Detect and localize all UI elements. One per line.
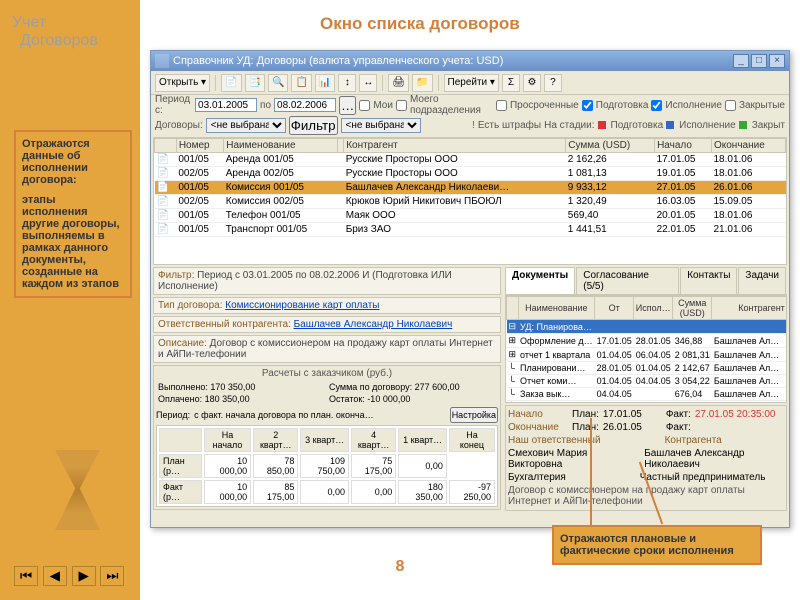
table-row[interactable]: 📄002/05Аренда 002/05Русские Просторы ООО… — [155, 167, 786, 181]
table-row[interactable]: 📄001/05Телефон 001/05Маяк ООО569,4020.01… — [155, 209, 786, 223]
type-link[interactable]: Комиссионирование карт оплаты — [225, 300, 379, 311]
next-button[interactable]: ▶ — [72, 566, 96, 586]
config-button[interactable]: ⚙ — [523, 74, 541, 92]
payments-table: На начало2 кварт…3 кварт…4 кварт…1 кварт… — [156, 425, 498, 507]
desc-panel: Описание: Договор с комиссионером на про… — [153, 335, 501, 363]
tab[interactable]: Контакты — [680, 267, 737, 294]
tool-icon[interactable]: 📊 — [315, 74, 335, 92]
app-window: Справочник УД: Договоры (валюта управлен… — [150, 50, 790, 528]
table-row[interactable]: ⊟УД: Планирова… — [507, 320, 788, 334]
slide-title: Окно списка договоров — [320, 14, 520, 34]
tool-icon[interactable]: 📑 — [245, 74, 265, 92]
tool-icon[interactable]: 🖨 — [388, 74, 409, 92]
table-row[interactable]: 📄001/05Транспорт 001/05Бриз ЗАО1 441,512… — [155, 223, 786, 237]
type-panel: Тип договора: Комиссионирование карт опл… — [153, 297, 501, 314]
period-button[interactable]: … — [339, 96, 356, 115]
dates-panel: НачалоПлан: 17.01.05 Факт: 27.01.05 20:3… — [505, 405, 787, 511]
documents-grid[interactable]: НаименованиеОтИспол…Сумма (USD)Контраген… — [505, 295, 787, 403]
tab[interactable]: Документы — [505, 267, 575, 294]
table-row[interactable]: ⊞Оформление д…17.01.0528.01.05346,88Башл… — [507, 334, 788, 348]
chk-isp[interactable] — [651, 100, 662, 111]
chk-podg[interactable] — [582, 100, 593, 111]
resp-us-link[interactable]: Смехович Мария Викторовна — [508, 448, 628, 470]
filter-button[interactable]: Фильтр — [289, 116, 338, 135]
date-to-input[interactable] — [274, 98, 336, 112]
buh-link2[interactable]: Частный предприниматель — [640, 472, 766, 483]
tool-icon[interactable]: 📁 — [412, 74, 432, 92]
filter-select[interactable]: <не выбрана> — [341, 118, 421, 133]
chk-zakr[interactable] — [725, 100, 736, 111]
period-row: Период с: по … Мои Моего подразделения П… — [151, 95, 789, 115]
tool-icon[interactable]: 📄 — [221, 74, 241, 92]
tool-icon[interactable]: 📋 — [291, 74, 311, 92]
table-row[interactable]: └Реализация…676,04 Башлачев Ал… — [507, 401, 788, 404]
chk-pros[interactable] — [496, 100, 507, 111]
chk-moego[interactable] — [396, 100, 407, 111]
toolbar: Открыть ▾ 📄 📑 🔍 📋 📊 ↕ ↔ 🖨 📁 Перейти ▾ Σ … — [151, 71, 789, 95]
setup-button[interactable]: Настройка — [450, 407, 498, 423]
open-button[interactable]: Открыть ▾ — [155, 74, 210, 92]
resp-k-link[interactable]: Башлачев Александр Николаевич — [644, 448, 784, 470]
app-icon — [155, 54, 169, 68]
filter-panel: Фильтр: Период с 03.01.2005 по 08.02.200… — [153, 267, 501, 295]
prev-button[interactable]: ◀ — [43, 566, 67, 586]
tab[interactable]: Задачи — [738, 267, 786, 294]
table-row[interactable]: 📄001/05Аренда 001/05Русские Просторы ООО… — [155, 153, 786, 167]
go-button[interactable]: Перейти ▾ — [444, 74, 499, 92]
callout-arrow — [590, 418, 592, 526]
contracts-select[interactable]: <не выбрана> — [206, 118, 286, 133]
date-from-input[interactable] — [195, 98, 257, 112]
help-button[interactable]: ? — [544, 74, 562, 92]
table-row[interactable]: └Отчет коми…01.04.0504.04.053 054,22Башл… — [507, 375, 788, 388]
tool-icon[interactable]: 🔍 — [268, 74, 288, 92]
contracts-grid[interactable]: НомерНаименованиеКонтрагентСумма (USD)На… — [153, 137, 787, 265]
period-link[interactable]: с факт. начала договора по план. оконча… — [194, 410, 446, 420]
table-row[interactable]: ⊞отчет 1 квартала01.04.0506.04.052 081,3… — [507, 348, 788, 362]
table-row[interactable]: └Закза вык…04.04.05676,04Башлачев Ал… — [507, 388, 788, 401]
maximize-button[interactable]: □ — [751, 54, 767, 68]
tool-icon[interactable]: ↕ — [338, 74, 356, 92]
resp-link[interactable]: Башлачев Александр Николаевич — [294, 319, 453, 330]
window-title: Справочник УД: Договоры (валюта управлен… — [173, 55, 503, 67]
titlebar[interactable]: Справочник УД: Договоры (валюта управлен… — [151, 51, 789, 71]
resp-panel: Ответственный контрагента: Башлачев Алек… — [153, 316, 501, 333]
slide-section: Учет Договоров — [12, 14, 98, 50]
right-tabs: ДокументыСогласование (5/5)КонтактыЗадач… — [505, 267, 787, 295]
table-row[interactable]: └Планировани…28.01.0501.04.052 142,67Баш… — [507, 362, 788, 375]
chk-moi[interactable] — [359, 100, 370, 111]
buh-link[interactable]: Бухгалтерия — [508, 472, 566, 483]
minimize-button[interactable]: _ — [733, 54, 749, 68]
tab[interactable]: Согласование (5/5) — [576, 267, 679, 294]
tool-icon[interactable]: ↔ — [359, 74, 377, 92]
table-row[interactable]: 📄002/05Комиссия 002/05Крюков Юрий Никито… — [155, 195, 786, 209]
calculations-panel: Расчеты с заказчиком (руб.) Выполнено: 1… — [153, 365, 501, 510]
nav-buttons: ⏮ ◀ ▶ ⏭ — [14, 566, 126, 586]
info-box-left: Отражаются данные об исполнении договора… — [14, 130, 132, 298]
last-button[interactable]: ⏭ — [100, 566, 124, 586]
sigma-button[interactable]: Σ — [502, 74, 520, 92]
contracts-row: Договоры: <не выбрана> Фильтр <не выбран… — [151, 115, 789, 135]
table-row[interactable]: 📄001/05Комиссия 001/05Башлачев Александр… — [155, 181, 786, 195]
first-button[interactable]: ⏮ — [14, 566, 38, 586]
close-button[interactable]: × — [769, 54, 785, 68]
